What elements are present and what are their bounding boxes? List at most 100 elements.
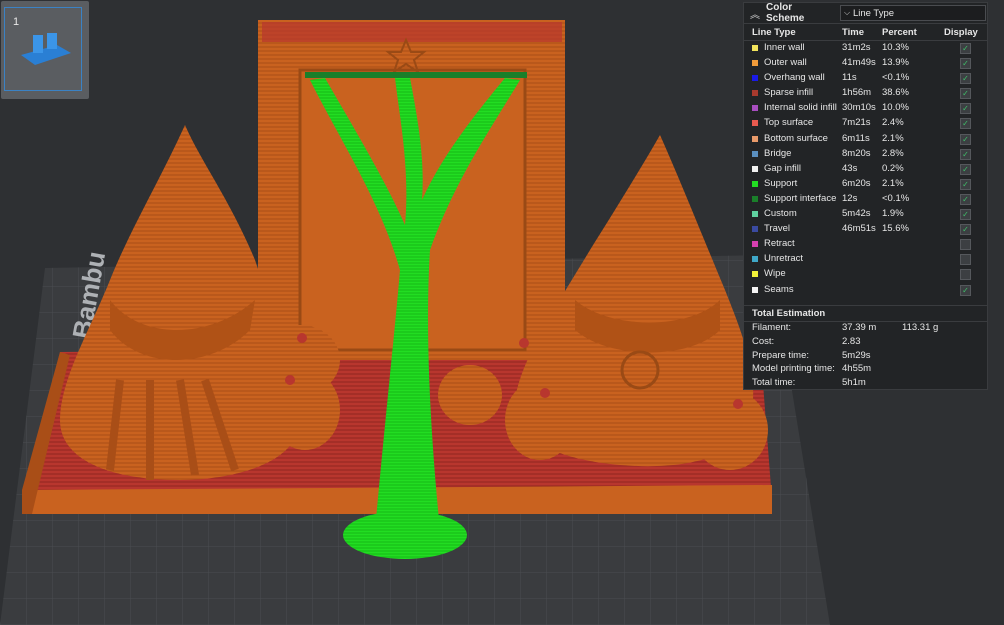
legend-row: Travel 46m51s 15.6% ✓ (744, 222, 987, 237)
display-checkbox[interactable]: ✓ (960, 58, 971, 70)
display-checkbox[interactable] (960, 254, 971, 266)
line-type-label: Wipe (764, 268, 786, 280)
color-swatch (752, 286, 758, 293)
color-swatch (752, 271, 758, 278)
total-estimation-header: Total Estimation (744, 305, 987, 322)
total-time-row: Total time: 5h1m (744, 377, 987, 391)
line-type-label: Bridge (764, 147, 792, 159)
color-swatch (752, 256, 758, 263)
line-type-label: Internal solid infill (764, 102, 837, 114)
line-type-percent: 10.3% (882, 42, 909, 53)
legend-header: ︽ Color Scheme ⌵ Line Type (744, 2, 987, 24)
display-checkbox[interactable]: ✓ (960, 88, 971, 100)
line-type-label: Travel (764, 223, 791, 235)
color-swatch (752, 75, 758, 82)
line-type-percent: 2.1% (882, 132, 904, 144)
display-checkbox[interactable]: ✓ (960, 43, 971, 54)
color-swatch (752, 105, 758, 112)
prepare-value: 5m29s (842, 349, 871, 361)
line-type-time: 12s (842, 192, 858, 204)
color-swatch (752, 135, 758, 142)
prepare-row: Prepare time: 5m29s (744, 350, 987, 364)
display-checkbox[interactable] (960, 269, 971, 281)
model-time-label: Model printing time: (752, 363, 835, 375)
legend-row: Gap infill 43s 0.2% ✓ (744, 162, 987, 177)
plate-preview-icon (21, 33, 71, 65)
legend-row: Sparse infill 1h56m 38.6% ✓ (744, 86, 987, 101)
display-checkbox[interactable]: ✓ (960, 178, 971, 190)
line-type-percent: 13.9% (882, 57, 909, 69)
display-checkbox[interactable] (960, 239, 971, 251)
plate-thumbnail[interactable]: 1 (1, 1, 89, 99)
line-type-time: 5m42s (842, 208, 871, 220)
estimation-table: Filament: 37.39 m 113.31 g Cost: 2.83 Pr… (744, 322, 987, 391)
line-type-label: Bottom surface (764, 132, 828, 144)
line-type-percent: 2.1% (882, 177, 904, 189)
display-checkbox[interactable]: ✓ (960, 133, 971, 145)
legend-row: Outer wall 41m49s 13.9% ✓ (744, 56, 987, 71)
display-checkbox[interactable]: ✓ (960, 163, 971, 175)
color-swatch (752, 211, 758, 218)
line-type-time: 46m51s (842, 223, 876, 235)
line-type-label: Support interface (764, 192, 837, 204)
plate-number: 1 (13, 16, 20, 28)
color-swatch (752, 180, 758, 187)
line-type-label: Overhang wall (764, 72, 825, 84)
line-type-time: 31m2s (842, 42, 871, 53)
col-line-type: Line Type (752, 27, 796, 38)
line-type-label: Support (764, 177, 798, 189)
line-type-percent: 15.6% (882, 223, 909, 235)
line-type-label: Retract (764, 238, 795, 250)
filament-row: Filament: 37.39 m 113.31 g (744, 322, 987, 336)
color-swatch (752, 226, 758, 233)
model-time-row: Model printing time: 4h55m (744, 363, 987, 377)
line-type-percent: 1.9% (882, 208, 904, 220)
display-checkbox[interactable]: ✓ (960, 118, 971, 130)
chevron-down-icon: ⌵ (843, 8, 851, 17)
line-type-label: Unretract (764, 253, 804, 265)
display-checkbox[interactable]: ✓ (960, 103, 971, 115)
legend-row: Support interface 12s <0.1% ✓ (744, 192, 987, 207)
line-type-percent: <0.1% (882, 72, 910, 84)
legend-row: Bridge 8m20s 2.8% ✓ (744, 147, 987, 162)
line-type-label: Gap infill (764, 162, 801, 174)
color-scheme-label: Color Scheme (766, 2, 805, 24)
color-swatch (752, 45, 758, 51)
color-swatch (752, 165, 758, 172)
color-swatch (752, 120, 758, 127)
col-display: Display (944, 27, 978, 38)
legend-panel: ︽ Color Scheme ⌵ Line Type Line Type Tim… (743, 2, 988, 390)
line-type-percent: <0.1% (882, 192, 910, 204)
line-type-label: Sparse infill (764, 87, 814, 99)
display-checkbox[interactable]: ✓ (960, 224, 971, 236)
line-type-label: Outer wall (764, 57, 807, 69)
color-scheme-value: Line Type (853, 7, 895, 19)
model-time-value: 4h55m (842, 363, 872, 375)
line-type-time: 41m49s (842, 57, 876, 69)
color-swatch (752, 241, 758, 248)
color-scheme-dropdown[interactable]: ⌵ Line Type (840, 5, 986, 21)
legend-row: Seams ✓ (744, 283, 987, 298)
line-type-time: 11s (842, 72, 857, 84)
line-type-time: 7m21s (842, 117, 871, 129)
legend-row: Wipe (744, 267, 987, 282)
display-checkbox[interactable]: ✓ (960, 284, 971, 296)
total-time-value: 5h1m (842, 377, 866, 389)
display-checkbox[interactable]: ✓ (960, 148, 971, 160)
line-type-label: Top surface (764, 117, 814, 129)
total-time-label: Total time: (752, 377, 796, 389)
display-checkbox[interactable]: ✓ (960, 73, 971, 85)
legend-row: Internal solid infill 30m10s 10.0% ✓ (744, 101, 987, 116)
legend-row: Bottom surface 6m11s 2.1% ✓ (744, 132, 987, 147)
line-type-label: Inner wall (764, 42, 805, 53)
collapse-icon[interactable]: ︽ (750, 6, 766, 21)
display-checkbox[interactable]: ✓ (960, 209, 971, 221)
display-checkbox[interactable]: ✓ (960, 193, 971, 205)
cost-value: 2.83 (842, 335, 861, 347)
legend-row: Inner wall 31m2s 10.3% ✓ (744, 41, 987, 56)
filament-length: 37.39 m (842, 322, 877, 333)
line-type-time: 6m20s (842, 177, 871, 189)
line-type-percent: 10.0% (882, 102, 909, 114)
cost-row: Cost: 2.83 (744, 336, 987, 350)
color-swatch (752, 195, 758, 202)
